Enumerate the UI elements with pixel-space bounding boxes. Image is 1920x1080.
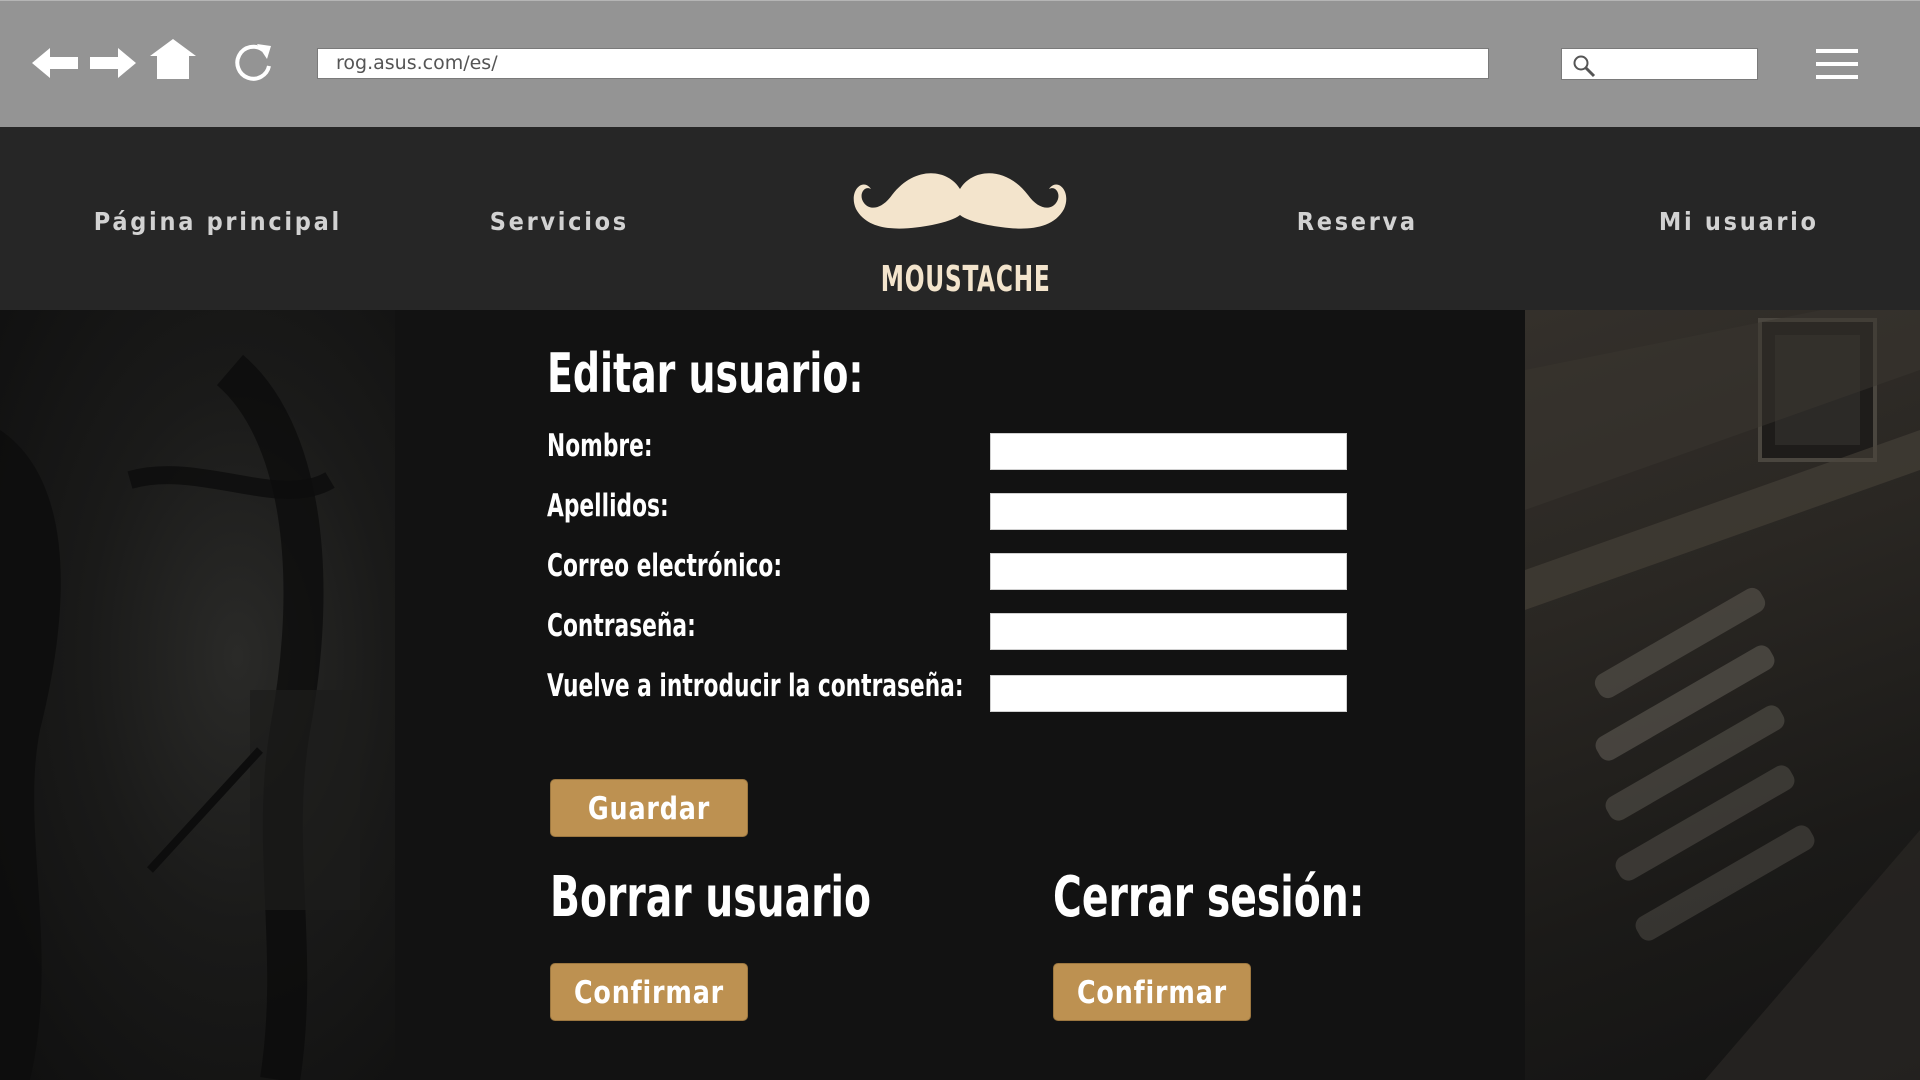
nav-booking-link[interactable]: Reserva — [1297, 207, 1418, 236]
moustache-logo[interactable]: MOUSTACHE — [850, 167, 1070, 300]
nav-user-link[interactable]: Mi usuario — [1659, 207, 1819, 236]
nav-services-link[interactable]: Servicios — [490, 207, 629, 236]
save-button-label: Guardar — [587, 791, 711, 827]
logout-title: Cerrar sesión: — [1053, 865, 1365, 930]
delete-user-confirm-button[interactable]: Confirmar — [550, 963, 748, 1021]
address-bar[interactable]: rog.asus.com/es/ — [317, 48, 1489, 79]
logout-confirm-button[interactable]: Confirmar — [1053, 963, 1251, 1021]
nav-home-link[interactable]: Página principal — [94, 207, 342, 236]
page-title: Editar usuario: — [547, 342, 864, 405]
reload-icon[interactable] — [233, 42, 275, 84]
name-label: Nombre: — [547, 428, 653, 464]
email-input[interactable] — [990, 553, 1347, 590]
name-input[interactable] — [990, 433, 1347, 470]
site-header: Página principal Servicios MOUSTACHE Res… — [0, 127, 1920, 310]
search-icon — [1572, 54, 1596, 83]
confirm-password-input[interactable] — [990, 675, 1347, 712]
forward-arrow-icon[interactable] — [88, 48, 136, 78]
home-icon[interactable] — [150, 39, 196, 79]
surname-label: Apellidos: — [547, 488, 669, 524]
password-label: Contraseña: — [547, 608, 696, 644]
email-label: Correo electrónico: — [547, 548, 783, 584]
browser-search-input[interactable] — [1561, 48, 1758, 80]
moustache-icon — [853, 173, 1067, 229]
delete-user-confirm-label: Confirmar — [573, 975, 725, 1011]
background-photo-right — [1525, 310, 1920, 1080]
password-input[interactable] — [990, 613, 1347, 650]
logo-text: MOUSTACHE — [880, 259, 1051, 300]
browser-toolbar: rog.asus.com/es/ — [0, 0, 1920, 127]
hamburger-menu-icon[interactable] — [1816, 49, 1858, 79]
background-photo-left — [0, 310, 395, 1080]
back-arrow-icon[interactable] — [32, 48, 80, 78]
delete-user-title: Borrar usuario — [550, 865, 872, 930]
edit-user-panel: Editar usuario: Nombre: Apellidos: Corre… — [395, 310, 1525, 1080]
confirm-password-label: Vuelve a introducir la contraseña: — [547, 668, 964, 704]
surname-input[interactable] — [990, 493, 1347, 530]
save-button[interactable]: Guardar — [550, 779, 748, 837]
logout-confirm-label: Confirmar — [1076, 975, 1228, 1011]
